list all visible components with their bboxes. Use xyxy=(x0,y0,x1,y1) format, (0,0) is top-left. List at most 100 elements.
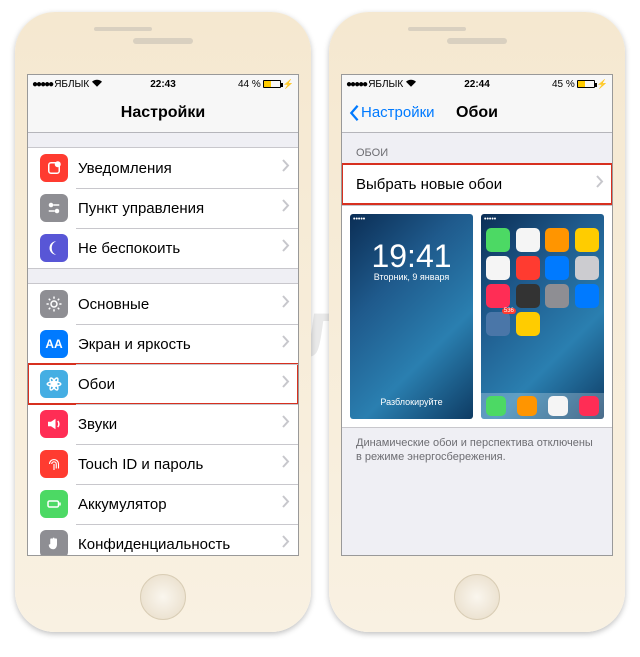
lock-time: 19:41 xyxy=(350,238,473,275)
row-notifications[interactable]: Уведомления xyxy=(28,148,298,188)
section-header: ОБОИ xyxy=(342,147,612,163)
clock: 22:43 xyxy=(150,79,176,90)
dock-app-icon xyxy=(579,396,599,416)
moon-icon xyxy=(40,234,68,262)
chevron-left-icon xyxy=(348,104,360,122)
battery-row-icon xyxy=(40,490,68,518)
row-label: Основные xyxy=(78,296,282,313)
aa-icon: AA xyxy=(40,330,68,358)
row-label: Не беспокоить xyxy=(78,240,282,257)
settings-group-2: Основные AA Экран и яркость Обои Звуки xyxy=(28,283,298,556)
chevron-right-icon xyxy=(282,375,290,393)
charging-icon: ⚡ xyxy=(597,79,608,90)
battery-percent: 44 % xyxy=(238,79,261,90)
battery-icon xyxy=(263,80,281,88)
row-general[interactable]: Основные xyxy=(28,284,298,324)
screen-wallpaper: ●●●●● ЯБЛЫК 22:44 45 % ⚡ Настройки Обои … xyxy=(341,74,613,556)
iphone-left: ●●●●● ЯБЛЫК 22:43 44 % ⚡ Настройки Уведо… xyxy=(15,12,311,632)
signal-dots-icon: ●●●●● xyxy=(32,79,54,90)
status-bar: ●●●●● ЯБЛЫК 22:44 45 % ⚡ xyxy=(342,75,612,93)
gear-icon xyxy=(40,290,68,318)
navbar: Настройки xyxy=(28,93,298,133)
row-label: Обои xyxy=(78,376,282,393)
app-icon xyxy=(545,284,569,308)
chevron-right-icon xyxy=(282,199,290,217)
sliders-icon xyxy=(40,194,68,222)
chevron-right-icon xyxy=(282,159,290,177)
page-title: Настройки xyxy=(121,104,205,122)
back-button[interactable]: Настройки xyxy=(348,104,435,122)
speaker-icon xyxy=(40,410,68,438)
signal-dots-icon: ••••• xyxy=(484,216,496,223)
dock-app-icon xyxy=(486,396,506,416)
row-label: Touch ID и пароль xyxy=(78,456,282,473)
chevron-right-icon xyxy=(282,415,290,433)
page-title: Обои xyxy=(456,104,498,122)
row-label: Конфиденциальность xyxy=(78,536,282,553)
clock: 22:44 xyxy=(464,79,490,90)
wallpaper-previews: ••••• 19:41 Вторник, 9 января Разблокиру… xyxy=(342,205,612,428)
settings-group-1: Уведомления Пункт управления Не беспокои… xyxy=(28,147,298,269)
app-icon xyxy=(486,256,510,280)
flower-icon xyxy=(40,370,68,398)
app-icon xyxy=(516,312,540,336)
row-sounds[interactable]: Звуки xyxy=(28,404,298,444)
chevron-right-icon xyxy=(282,335,290,353)
hand-icon xyxy=(40,530,68,556)
charging-icon: ⚡ xyxy=(283,79,294,90)
status-bar: ●●●●● ЯБЛЫК 22:43 44 % ⚡ xyxy=(28,75,298,93)
row-label: Экран и яркость xyxy=(78,336,282,353)
wifi-icon xyxy=(92,79,102,90)
chevron-right-icon xyxy=(282,295,290,313)
row-battery[interactable]: Аккумулятор xyxy=(28,484,298,524)
chevron-right-icon xyxy=(282,495,290,513)
badge: 536 xyxy=(502,308,516,314)
battery-percent: 45 % xyxy=(552,79,575,90)
row-privacy[interactable]: Конфиденциальность xyxy=(28,524,298,556)
screen-settings: ●●●●● ЯБЛЫК 22:43 44 % ⚡ Настройки Уведо… xyxy=(27,74,299,556)
row-label: Уведомления xyxy=(78,160,282,177)
lock-date: Вторник, 9 января xyxy=(350,272,473,282)
dock-app-icon xyxy=(548,396,568,416)
row-touch-id[interactable]: Touch ID и пароль xyxy=(28,444,298,484)
signal-dots-icon: ●●●●● xyxy=(346,79,368,90)
row-display[interactable]: AA Экран и яркость xyxy=(28,324,298,364)
home-button[interactable] xyxy=(140,574,186,620)
row-control-center[interactable]: Пункт управления xyxy=(28,188,298,228)
chevron-right-icon xyxy=(282,239,290,257)
app-icon xyxy=(575,284,599,308)
dock-app-icon xyxy=(517,396,537,416)
app-icon xyxy=(545,228,569,252)
row-label: Пункт управления xyxy=(78,200,282,217)
home-button[interactable] xyxy=(454,574,500,620)
back-label: Настройки xyxy=(361,104,435,121)
row-label: Аккумулятор xyxy=(78,496,282,513)
carrier-label: ЯБЛЫК xyxy=(54,79,89,90)
row-wallpaper[interactable]: Обои xyxy=(28,364,298,404)
app-icon xyxy=(516,284,540,308)
footnote: Динамические обои и перспектива отключен… xyxy=(342,428,612,473)
wifi-icon xyxy=(406,79,416,90)
chevron-right-icon xyxy=(282,455,290,473)
app-icon xyxy=(486,284,510,308)
app-icon xyxy=(545,256,569,280)
app-icon: 536 xyxy=(486,312,510,336)
app-icon xyxy=(486,228,510,252)
navbar: Настройки Обои xyxy=(342,93,612,133)
homescreen-preview[interactable]: ••••• 536 xyxy=(481,214,604,419)
row-dnd[interactable]: Не беспокоить xyxy=(28,228,298,268)
notifications-icon xyxy=(40,154,68,182)
chevron-right-icon xyxy=(282,535,290,553)
carrier-label: ЯБЛЫК xyxy=(368,79,403,90)
fingerprint-icon xyxy=(40,450,68,478)
row-label: Выбрать новые обои xyxy=(356,176,596,193)
app-icon xyxy=(575,228,599,252)
lock-unlock-label: Разблокируйте xyxy=(350,397,473,407)
battery-icon xyxy=(577,80,595,88)
app-icon xyxy=(516,256,540,280)
chevron-right-icon xyxy=(596,175,604,193)
row-label: Звуки xyxy=(78,416,282,433)
row-choose-wallpaper[interactable]: Выбрать новые обои xyxy=(342,164,612,204)
lockscreen-preview[interactable]: ••••• 19:41 Вторник, 9 января Разблокиру… xyxy=(350,214,473,419)
app-icon xyxy=(575,256,599,280)
